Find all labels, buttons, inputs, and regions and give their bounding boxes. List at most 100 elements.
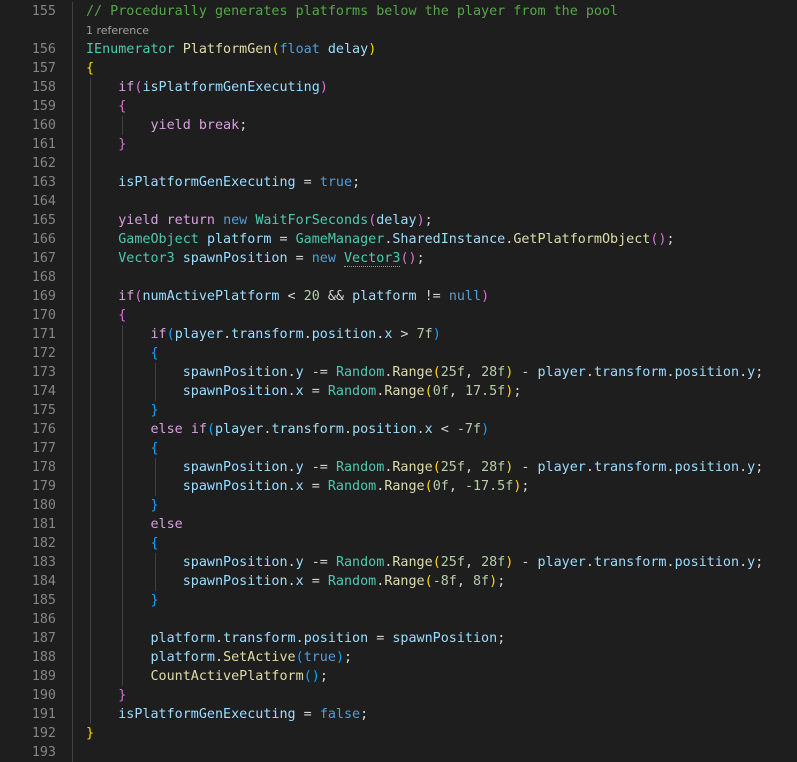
code-token: { [150,536,159,551]
code-token: ; [319,669,328,684]
code-text[interactable]: } [86,724,94,743]
code-text[interactable]: yield break; [86,116,248,135]
code-token: . [223,327,232,342]
code-token: , [464,365,482,380]
code-text[interactable]: if(isPlatformGenExecuting) [86,78,328,97]
code-text[interactable]: platform.SetActive(true); [86,648,353,667]
line-number: 172 [31,346,56,361]
code-line: 186 [0,610,797,629]
code-token: . [287,555,296,570]
code-text[interactable]: { [86,97,126,116]
code-text[interactable]: { [86,534,159,553]
line-number: 193 [31,745,56,760]
code-text[interactable]: spawnPosition.x = Random.Range(-8f, 8f); [86,572,506,591]
code-text[interactable]: if(player.transform.position.x > 7f) [86,325,441,344]
code-token: yield [118,213,159,228]
code-token: () [400,251,417,266]
code-text[interactable]: spawnPosition.y -= Random.Range(25f, 28f… [86,553,764,572]
line-number: 186 [31,612,56,627]
code-text[interactable]: { [86,344,159,363]
code-text[interactable]: } [86,686,126,705]
code-text[interactable]: spawnPosition.y -= Random.Range(25f, 28f… [86,458,764,477]
code-text[interactable]: { [86,59,94,78]
code-token: isPlatformGenExecuting [118,707,296,722]
code-token: -17.5f [464,479,514,494]
codelens-references-link[interactable]: 1 reference [86,21,149,40]
code-token: } [150,593,159,608]
code-token: } [150,403,159,418]
code-text[interactable]: { [86,439,159,458]
code-text[interactable]: spawnPosition.x = Random.Range(0f, -17.5… [86,477,530,496]
code-token: WaitForSeconds [255,213,369,228]
code-token: ; [239,118,248,133]
code-token: ; [755,460,764,475]
code-token: spawnPosition [182,460,288,475]
code-line: 187 platform.transform.position = spawnP… [0,629,797,648]
code-editor[interactable]: 155 // Procedurally generates platforms b… [0,0,797,762]
code-text[interactable]: // Procedurally generates platforms belo… [86,2,618,21]
code-text[interactable]: { [86,306,126,325]
code-token: platform [206,232,272,247]
code-text[interactable]: Vector3 spawnPosition = new Vector3(); [86,249,425,268]
code-text[interactable]: platform.transform.position = spawnPosit… [86,629,506,648]
line-number: 167 [31,251,56,266]
code-token: GetPlatformObject [513,232,651,247]
code-line: 169 if(numActivePlatform < 20 && platfor… [0,287,797,306]
code-line: 156 IEnumerator PlatformGen(float delay) [0,40,797,59]
line-number: 157 [31,61,56,76]
code-text[interactable]: isPlatformGenExecuting = true; [86,173,360,192]
code-token: ( [271,42,280,57]
code-text[interactable]: else [86,515,183,534]
code-token: player [537,555,586,570]
code-token: ; [755,555,764,570]
code-text[interactable]: } [86,135,126,154]
code-token: - [513,365,538,380]
code-line: 174 spawnPosition.x = Random.Range(0f, 1… [0,382,797,401]
code-line: 178 spawnPosition.y -= Random.Range(25f,… [0,458,797,477]
code-text[interactable]: isPlatformGenExecuting = false; [86,705,368,724]
code-token: () [650,232,667,247]
code-token: . [287,479,296,494]
code-text[interactable]: yield return new WaitForSeconds(delay); [86,211,433,230]
code-token: ) [368,42,377,57]
code-text[interactable]: CountActivePlatform(); [86,667,328,686]
code-line: 181 else [0,515,797,534]
code-token: . [666,460,675,475]
code-text[interactable]: } [86,496,159,515]
code-token: { [118,308,127,323]
code-token: position [674,555,740,570]
code-token: -= [303,460,336,475]
code-line: 176 else if(player.transform.position.x … [0,420,797,439]
code-token: ) [481,289,490,304]
code-token: . [303,327,312,342]
code-text[interactable]: spawnPosition.y -= Random.Range(25f, 28f… [86,363,764,382]
codelens-row: 1 reference [0,21,797,40]
code-token: && [319,289,353,304]
code-text[interactable]: } [86,401,159,420]
code-token: ; [424,213,433,228]
code-text[interactable]: IEnumerator PlatformGen(float delay) [86,40,376,59]
code-token: true [303,650,336,665]
code-text[interactable]: else if(player.transform.position.x < -7… [86,420,490,439]
code-token: 28f [481,555,506,570]
code-text[interactable]: GameObject platform = GameManager.Shared… [86,230,674,249]
code-token: x [295,479,304,494]
line-number: 175 [31,403,56,418]
code-token: Range [392,460,433,475]
code-token: 25f [440,555,465,570]
code-text[interactable]: spawnPosition.x = Random.Range(0f, 17.5f… [86,382,522,401]
code-token: spawnPosition [182,365,288,380]
line-number: 156 [31,42,56,57]
code-text[interactable]: if(numActivePlatform < 20 && platform !=… [86,287,489,306]
code-line: 184 spawnPosition.x = Random.Range(-8f, … [0,572,797,591]
line-number: 179 [31,479,56,494]
code-text[interactable]: } [86,591,159,610]
